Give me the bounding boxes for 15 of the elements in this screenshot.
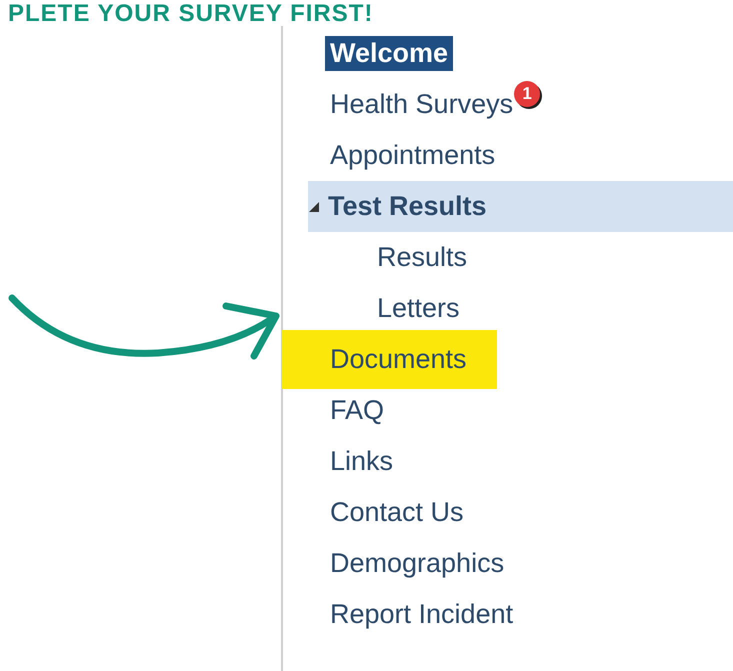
nav-item[interactable]: FAQ — [330, 395, 384, 426]
nav-item[interactable]: Documents — [282, 330, 497, 389]
nav-item[interactable]: Report Incident — [330, 599, 514, 630]
nav-item[interactable]: Health Surveys — [330, 89, 514, 120]
caret-icon[interactable] — [308, 200, 320, 212]
nav-item[interactable]: Demographics — [330, 548, 504, 579]
nav-item[interactable]: Test Results — [328, 191, 487, 222]
nav-item[interactable]: Results — [377, 242, 468, 273]
nav-item[interactable]: Letters — [377, 293, 460, 324]
nav-item[interactable]: Appointments — [330, 140, 496, 171]
nav-item[interactable]: Contact Us — [330, 497, 464, 528]
nav-item[interactable]: Welcome — [325, 36, 454, 71]
nav-item[interactable]: Links — [330, 446, 394, 477]
notification-badge: 1 — [514, 80, 540, 106]
banner-heading: PLETE YOUR SURVEY FIRST! — [7, 0, 374, 26]
